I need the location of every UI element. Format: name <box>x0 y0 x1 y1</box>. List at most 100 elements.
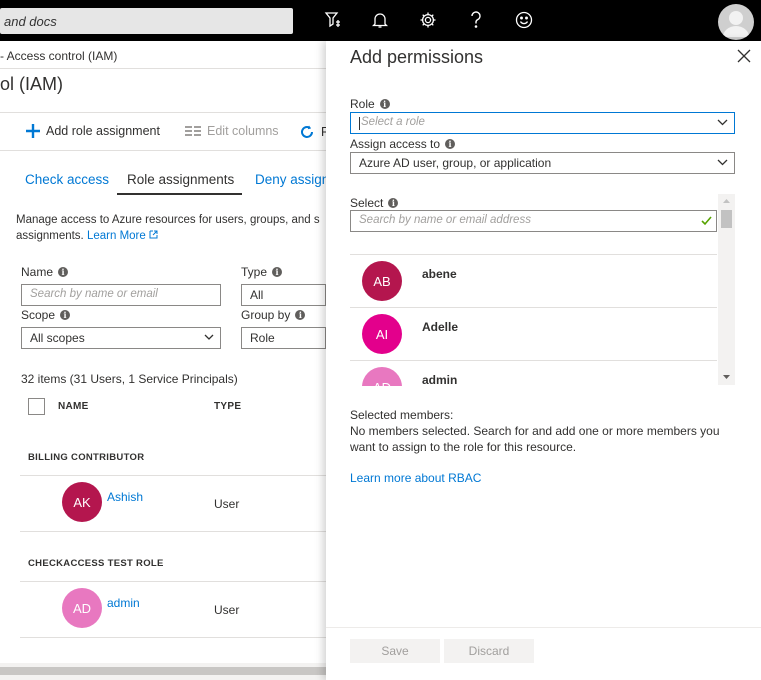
info-icon: i <box>58 267 69 277</box>
type-filter-label: Type i <box>241 265 283 279</box>
user-name-link[interactable]: admin <box>107 596 140 610</box>
add-role-assignment-label: Add role assignment <box>46 124 160 138</box>
select-all-checkbox[interactable] <box>28 398 45 415</box>
avatar: AB <box>362 261 402 301</box>
scope-filter-label-text: Scope <box>21 308 56 322</box>
name-filter-label: Name i <box>21 265 69 279</box>
tab-deny-assignments[interactable]: Deny assign <box>255 172 329 187</box>
selected-members-text: No members selected. Search for and add … <box>350 424 720 454</box>
divider <box>20 531 326 532</box>
info-icon: i <box>60 310 71 320</box>
selected-members-heading: Selected members: <box>350 408 454 422</box>
external-link-icon <box>149 230 158 239</box>
role-label-text: Role <box>350 97 375 111</box>
close-icon[interactable] <box>737 49 751 63</box>
info-icon: i <box>445 139 456 149</box>
tab-role-assignments[interactable]: Role assignments <box>127 172 234 187</box>
chevron-down-icon <box>204 334 214 340</box>
description-end: assignments. <box>16 230 84 242</box>
groupby-filter-label: Group by i <box>241 308 306 322</box>
global-search-input[interactable]: and docs <box>0 8 293 34</box>
add-role-assignment-button[interactable]: Add role assignment <box>26 124 160 138</box>
assign-access-label-text: Assign access to <box>350 137 441 151</box>
items-count: 32 items (31 Users, 1 Service Principals… <box>21 372 238 386</box>
role-label: Role i <box>350 97 390 111</box>
role-select-placeholder: Select a role <box>361 116 425 128</box>
selected-members: Selected members: No members selected. S… <box>350 407 730 455</box>
learn-more-link[interactable]: Learn More <box>87 230 146 242</box>
info-icon: i <box>272 267 283 277</box>
groupby-filter-select[interactable]: Role <box>241 327 326 349</box>
avatar: AI <box>362 314 402 354</box>
edit-columns-button[interactable]: Edit columns <box>185 124 279 138</box>
assign-access-select[interactable]: Azure AD user, group, or application <box>350 152 735 174</box>
page-title: ol (IAM) <box>0 74 63 94</box>
assign-access-label: Assign access to i <box>350 137 456 151</box>
add-permissions-panel: Add permissions Role i Select a role Ass… <box>326 41 761 680</box>
user-type: User <box>214 497 240 511</box>
divider <box>20 637 326 638</box>
user-type: User <box>214 603 240 617</box>
global-search-text: and docs <box>4 14 57 29</box>
scope-filter-select[interactable]: All scopes <box>21 327 221 349</box>
scroll-up-icon[interactable] <box>723 198 730 203</box>
horizontal-scrollbar[interactable] <box>0 663 326 680</box>
assign-access-value: Azure AD user, group, or application <box>359 156 552 170</box>
info-icon: i <box>388 198 399 208</box>
divider <box>20 581 326 582</box>
member-name: abene <box>422 267 457 281</box>
select-label-text: Select <box>350 196 384 210</box>
vertical-scrollbar[interactable] <box>718 194 735 385</box>
member-search-input[interactable]: Search by name or email address <box>350 210 717 232</box>
group-label: BILLING CONTRIBUTOR <box>28 452 145 463</box>
list-item[interactable]: AB abene <box>350 255 717 308</box>
filter-icon[interactable] <box>322 9 344 31</box>
command-bar: Add role assignment Edit columns R <box>0 112 330 150</box>
name-filter-input[interactable]: Search by name or email <box>21 284 221 306</box>
bell-icon[interactable] <box>369 9 391 31</box>
list-item[interactable]: AI Adelle <box>350 308 717 361</box>
plus-icon <box>26 124 40 138</box>
refresh-icon <box>301 125 313 138</box>
save-button[interactable]: Save <box>350 639 440 663</box>
groupby-filter-label-text: Group by <box>241 308 291 322</box>
member-name: Adelle <box>422 320 459 334</box>
tab-bar: Check access Role assignments Deny assig… <box>0 168 329 192</box>
info-icon: i <box>295 310 306 320</box>
scope-filter-label: Scope i <box>21 308 71 322</box>
avatar: AD <box>62 588 102 628</box>
discard-button[interactable]: Discard <box>444 639 534 663</box>
select-label: Select i <box>350 196 399 210</box>
scroll-down-icon[interactable] <box>723 375 730 380</box>
user-name-link[interactable]: Ashish <box>107 490 143 504</box>
type-filter-select[interactable]: All <box>241 284 326 306</box>
info-icon: i <box>379 99 390 109</box>
divider <box>326 627 761 628</box>
role-select[interactable]: Select a role <box>350 112 735 134</box>
smiley-icon[interactable] <box>513 9 535 31</box>
learn-more-rbac-link[interactable]: Learn more about RBAC <box>350 471 481 485</box>
description-line-1: Manage access to Azure resources for use… <box>16 214 320 226</box>
description-line-2: assignments. Learn More <box>16 228 326 244</box>
list-item[interactable]: AD admin <box>350 361 717 386</box>
active-tab-indicator <box>117 193 242 195</box>
text-caret <box>359 117 360 130</box>
divider <box>0 150 326 151</box>
checkmark-icon <box>701 216 712 226</box>
avatar: AD <box>362 367 402 386</box>
user-avatar-icon[interactable] <box>718 4 754 40</box>
breadcrumb[interactable]: - Access control (IAM) <box>0 49 117 63</box>
name-filter-label-text: Name <box>21 265 54 279</box>
scrollbar-thumb[interactable] <box>721 210 732 228</box>
gear-icon[interactable] <box>417 9 439 31</box>
scrollbar-thumb[interactable] <box>0 667 326 675</box>
top-bar: and docs <box>0 0 761 41</box>
column-header-type[interactable]: TYPE <box>214 401 241 412</box>
columns-icon <box>185 126 201 136</box>
edit-columns-label: Edit columns <box>207 124 279 138</box>
panel-title: Add permissions <box>350 47 484 67</box>
help-icon[interactable] <box>465 9 487 31</box>
column-header-name[interactable]: NAME <box>58 401 89 412</box>
avatar: AK <box>62 482 102 522</box>
tab-check-access[interactable]: Check access <box>25 172 109 187</box>
